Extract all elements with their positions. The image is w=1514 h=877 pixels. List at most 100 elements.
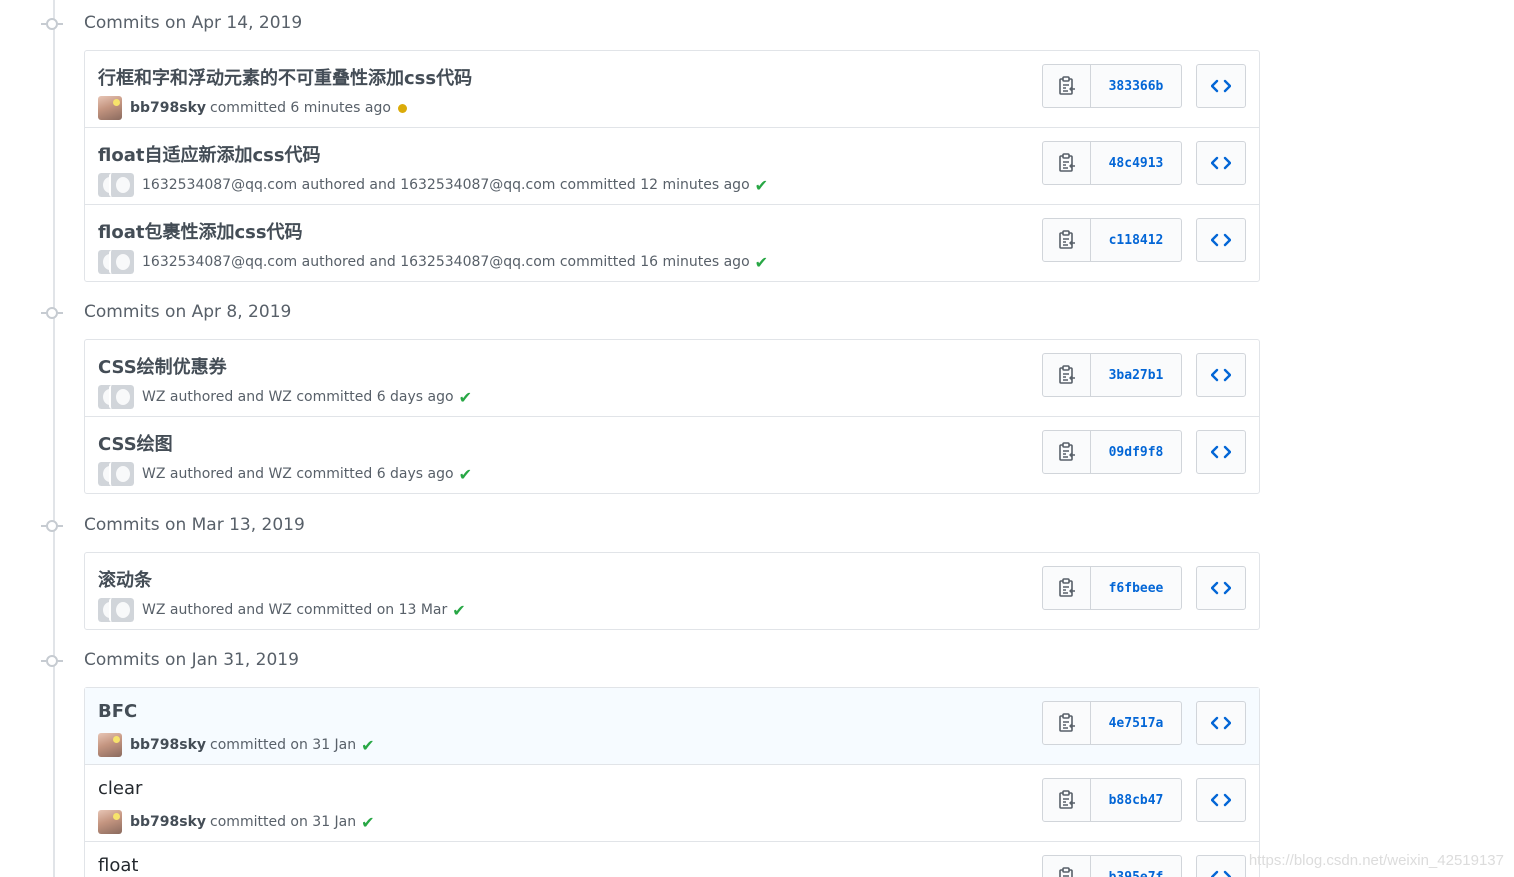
commit-author-link[interactable]: bb798sky <box>130 100 206 116</box>
browse-repo-button[interactable] <box>1196 141 1246 185</box>
commit-message-link[interactable]: float <box>98 855 138 876</box>
commit-row: CSS绘图 WZ authored and WZ committed 6 days… <box>85 416 1259 493</box>
browse-repo-button[interactable] <box>1196 855 1246 877</box>
browse-repo-button[interactable] <box>1196 353 1246 397</box>
commit-author-link[interactable]: bb798sky <box>130 814 206 830</box>
copy-sha-button[interactable] <box>1043 567 1091 609</box>
default-avatar-icon <box>109 250 134 274</box>
user-avatar[interactable] <box>98 733 122 757</box>
check-icon[interactable]: ✔ <box>361 736 374 755</box>
commit-author-link[interactable]: bb798sky <box>130 737 206 753</box>
default-avatar-icon <box>109 462 134 486</box>
check-icon[interactable]: ✔ <box>361 813 374 832</box>
author-avatar-pair[interactable] <box>98 598 134 622</box>
commit-sha-link[interactable]: c118412 <box>1091 219 1181 261</box>
commit-message-link[interactable]: CSS绘图 <box>98 430 173 456</box>
commit-meta: WZ authored and WZ committed on 13 Mar ✔ <box>98 598 466 622</box>
sha-button-group: b88cb47 <box>1042 778 1182 822</box>
copy-sha-button[interactable] <box>1043 702 1091 744</box>
commit-sha-link[interactable]: f6fbeee <box>1091 567 1181 609</box>
commit-list: CSS绘制优惠券 WZ authored and WZ committed 6 d… <box>84 339 1260 494</box>
author-avatar-pair[interactable] <box>98 462 134 486</box>
check-icon[interactable]: ✔ <box>755 176 768 195</box>
commit-sha-link[interactable]: 3ba27b1 <box>1091 354 1181 396</box>
author-avatar-pair[interactable] <box>98 385 134 409</box>
browse-repo-button[interactable] <box>1196 566 1246 610</box>
author-avatar-pair[interactable] <box>98 173 134 197</box>
commit-row: float包裹性添加css代码 1632534087@qq.com authore… <box>85 204 1259 281</box>
code-icon <box>1211 156 1231 170</box>
commit-detail: WZ authored and WZ committed 6 days ago <box>142 466 454 482</box>
clipboard-icon <box>1058 713 1076 733</box>
commit-group-header: Commits on Apr 8, 2019 <box>0 302 600 326</box>
commit-message-link[interactable]: float自适应新添加css代码 <box>98 141 321 167</box>
copy-sha-button[interactable] <box>1043 65 1091 107</box>
commit-detail: committed on 31 Jan <box>210 814 357 830</box>
timeline-line <box>53 0 55 877</box>
clipboard-icon <box>1058 76 1076 96</box>
default-avatar-icon <box>109 173 134 197</box>
code-icon <box>1211 581 1231 595</box>
commit-row: float自适应新添加css代码 1632534087@qq.com author… <box>85 127 1259 204</box>
code-icon <box>1211 445 1231 459</box>
commit-sha-link[interactable]: b395e7f <box>1091 856 1181 877</box>
commit-row: CSS绘制优惠券 WZ authored and WZ committed 6 d… <box>85 340 1259 416</box>
browse-repo-button[interactable] <box>1196 778 1246 822</box>
sha-button-group: f6fbeee <box>1042 566 1182 610</box>
browse-repo-button[interactable] <box>1196 218 1246 262</box>
commit-detail: WZ authored and WZ committed on 13 Mar <box>142 602 448 618</box>
code-icon <box>1211 368 1231 382</box>
sha-button-group: b395e7f <box>1042 855 1182 877</box>
check-icon[interactable]: ✔ <box>755 253 768 272</box>
code-icon <box>1211 793 1231 807</box>
browse-repo-button[interactable] <box>1196 430 1246 474</box>
commit-detail: WZ authored and WZ committed 6 days ago <box>142 389 454 405</box>
commit-message-link[interactable]: clear <box>98 778 142 799</box>
code-icon <box>1211 79 1231 93</box>
check-icon[interactable]: ✔ <box>459 465 472 484</box>
commit-message-link[interactable]: 滚动条 <box>98 566 152 592</box>
commit-message-link[interactable]: CSS绘制优惠券 <box>98 353 227 379</box>
author-avatar-pair[interactable] <box>98 250 134 274</box>
browse-repo-button[interactable] <box>1196 64 1246 108</box>
commit-detail: committed on 31 Jan <box>210 737 357 753</box>
check-icon[interactable]: ✔ <box>459 388 472 407</box>
user-avatar[interactable] <box>98 810 122 834</box>
sha-button-group: 383366b <box>1042 64 1182 108</box>
browse-repo-button[interactable] <box>1196 701 1246 745</box>
copy-sha-button[interactable] <box>1043 431 1091 473</box>
copy-sha-button[interactable] <box>1043 779 1091 821</box>
commit-row: 行框和字和浮动元素的不可重叠性添加css代码 bb798sky committed … <box>85 51 1259 127</box>
copy-sha-button[interactable] <box>1043 354 1091 396</box>
copy-sha-button[interactable] <box>1043 142 1091 184</box>
commit-group-title: Commits on Jan 31, 2019 <box>84 650 299 670</box>
commit-row: floatbb798skycommitted on 31 Jan✔b395e7f <box>85 841 1259 877</box>
commit-message-link[interactable]: 行框和字和浮动元素的不可重叠性添加css代码 <box>98 64 472 90</box>
commit-sha-link[interactable]: b88cb47 <box>1091 779 1181 821</box>
timeline-commit-icon <box>41 520 63 532</box>
clipboard-icon <box>1058 790 1076 810</box>
commit-sha-link[interactable]: 09df9f8 <box>1091 431 1181 473</box>
check-icon[interactable]: ✔ <box>452 601 465 620</box>
commit-group-title: Commits on Apr 8, 2019 <box>84 302 292 322</box>
commit-meta: WZ authored and WZ committed 6 days ago ✔ <box>98 385 472 409</box>
commit-list: 滚动条 WZ authored and WZ committed on 13 Ma… <box>84 552 1260 630</box>
copy-sha-button[interactable] <box>1043 219 1091 261</box>
commit-sha-link[interactable]: 4e7517a <box>1091 702 1181 744</box>
timeline-commit-icon <box>41 655 63 667</box>
commit-message-link[interactable]: float包裹性添加css代码 <box>98 218 303 244</box>
commit-sha-link[interactable]: 48c4913 <box>1091 142 1181 184</box>
copy-sha-button[interactable] <box>1043 856 1091 877</box>
clipboard-icon <box>1058 230 1076 250</box>
clipboard-icon <box>1058 365 1076 385</box>
commit-meta: 1632534087@qq.com authored and 163253408… <box>98 250 768 274</box>
commit-sha-link[interactable]: 383366b <box>1091 65 1181 107</box>
user-avatar[interactable] <box>98 96 122 120</box>
commit-group-header: Commits on Apr 14, 2019 <box>0 13 600 37</box>
commit-history-page: Commits on Apr 14, 2019 行框和字和浮动元素的不可重叠性添加… <box>0 0 1514 877</box>
commit-list: BFC bb798sky committed on 31 Jan ✔ 4e7517a cl… <box>84 687 1260 877</box>
timeline-commit-icon <box>41 18 63 30</box>
commit-message-link[interactable]: BFC <box>98 701 137 722</box>
commit-meta: bb798sky committed on 31 Jan ✔ <box>98 733 375 757</box>
pending-dot-icon[interactable] <box>397 103 407 113</box>
